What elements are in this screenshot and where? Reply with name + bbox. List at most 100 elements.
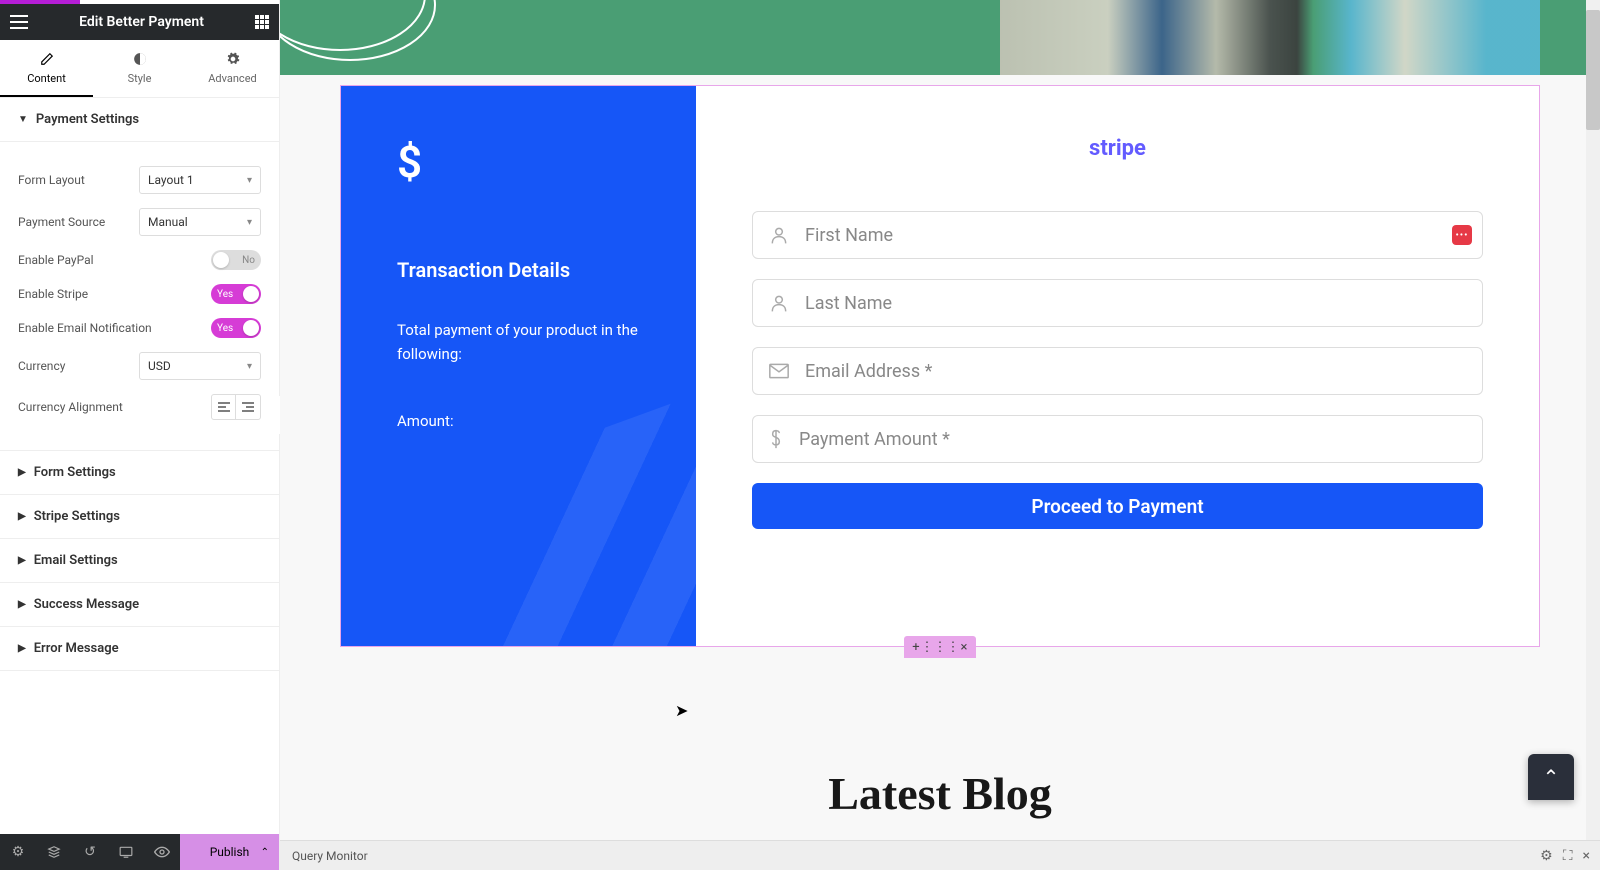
- field-placeholder: First Name: [805, 225, 893, 246]
- hero-image: [1000, 0, 1540, 75]
- panel-title: Edit Better Payment: [79, 14, 204, 30]
- section-error-message[interactable]: ▶ Error Message: [0, 627, 279, 671]
- transaction-title: Transaction Details: [397, 258, 640, 282]
- widget-toolbar: + ⋮⋮⋮ ×: [904, 636, 976, 658]
- currency-select[interactable]: USD: [139, 352, 261, 380]
- control-enable-stripe: Enable Stripe Yes: [18, 284, 261, 304]
- tab-label: Advanced: [208, 72, 256, 85]
- payment-source-select[interactable]: Manual: [139, 208, 261, 236]
- scrollbar[interactable]: [1586, 0, 1600, 840]
- hero-decoration: [280, 0, 450, 65]
- mail-icon: [769, 363, 789, 379]
- close-icon[interactable]: ×: [1583, 848, 1590, 864]
- user-icon: [769, 293, 789, 313]
- latest-blog-heading: Latest Blog: [280, 767, 1600, 820]
- bottom-bar: Query Monitor ⚙ ⛶ ×: [280, 840, 1600, 870]
- form-layout-select[interactable]: Layout 1: [139, 166, 261, 194]
- transaction-description: Total payment of your product in the fol…: [397, 318, 640, 366]
- first-name-field[interactable]: First Name •••: [752, 211, 1483, 259]
- editor-tabs: Content Style Advanced: [0, 40, 279, 98]
- scroll-thumb[interactable]: [1586, 10, 1600, 130]
- preview-area: $ Transaction Details Total payment of y…: [280, 0, 1600, 870]
- control-label: Enable PayPal: [18, 253, 94, 267]
- chevron-right-icon: ▶: [18, 555, 26, 566]
- edit-section-button[interactable]: ⋮⋮⋮: [928, 636, 952, 658]
- section-title: Error Message: [34, 641, 119, 656]
- preview-icon[interactable]: [144, 834, 180, 870]
- section-title: Form Settings: [34, 465, 116, 480]
- payment-widget[interactable]: $ Transaction Details Total payment of y…: [340, 85, 1540, 647]
- section-success-message[interactable]: ▶Success Message: [0, 583, 279, 627]
- tab-label: Style: [128, 72, 152, 85]
- widgets-icon[interactable]: [255, 15, 269, 29]
- chevron-up-icon: ⌃: [261, 847, 269, 858]
- control-label: Enable Stripe: [18, 287, 88, 301]
- section-title: Stripe Settings: [34, 509, 120, 524]
- chevron-right-icon: ▶: [18, 467, 26, 478]
- tab-advanced[interactable]: Advanced: [186, 40, 279, 97]
- query-monitor-label[interactable]: Query Monitor: [292, 849, 368, 863]
- section-payment-settings[interactable]: ▼ Payment Settings: [0, 98, 279, 142]
- email-field[interactable]: Email Address *: [752, 347, 1483, 395]
- settings-icon[interactable]: ⚙: [1540, 848, 1553, 864]
- currency-symbol: $: [397, 136, 640, 188]
- stripe-logo: stripe: [752, 136, 1483, 161]
- editor-sidebar: Edit Better Payment Content Style Advanc…: [0, 0, 280, 870]
- section-form-settings[interactable]: ▶ Form Settings: [0, 451, 279, 495]
- sidebar-header: Edit Better Payment: [0, 4, 279, 40]
- style-icon: [133, 52, 147, 66]
- align-left-icon: [218, 402, 230, 412]
- publish-label: Publish: [210, 845, 250, 859]
- tab-label: Content: [27, 72, 66, 85]
- chevron-right-icon: ▶: [18, 511, 26, 522]
- control-currency-alignment: Currency Alignment: [18, 394, 261, 420]
- publish-button[interactable]: Publish ⌃: [180, 834, 279, 870]
- expand-icon[interactable]: ⛶: [1563, 848, 1573, 864]
- mouse-cursor: ➤: [675, 701, 688, 720]
- navigator-icon[interactable]: [36, 834, 72, 870]
- email-notif-toggle[interactable]: Yes: [211, 318, 261, 338]
- control-form-layout: Form Layout Layout 1: [18, 166, 261, 194]
- scroll-to-top-button[interactable]: ⌃: [1528, 754, 1574, 800]
- payment-settings-content: Form Layout Layout 1 Payment Source Manu…: [0, 142, 279, 451]
- alignment-buttons: [211, 394, 261, 420]
- section-title: Payment Settings: [36, 112, 139, 127]
- amount-label: Amount:: [397, 412, 640, 430]
- last-name-field[interactable]: Last Name: [752, 279, 1483, 327]
- paypal-toggle[interactable]: No: [211, 250, 261, 270]
- align-right-button[interactable]: [236, 395, 260, 419]
- amount-field[interactable]: Payment Amount *: [752, 415, 1483, 463]
- proceed-button[interactable]: Proceed to Payment: [752, 483, 1483, 529]
- control-label: Form Layout: [18, 173, 85, 187]
- history-icon[interactable]: ↺: [72, 834, 108, 870]
- field-placeholder: Email Address *: [805, 361, 932, 382]
- responsive-icon[interactable]: [108, 834, 144, 870]
- transaction-details-panel: $ Transaction Details Total payment of y…: [341, 86, 696, 646]
- password-manager-icon[interactable]: •••: [1452, 225, 1472, 245]
- panel-body: ▼ Payment Settings Form Layout Layout 1 …: [0, 98, 279, 834]
- align-left-button[interactable]: [212, 395, 236, 419]
- gear-icon: [226, 52, 240, 66]
- chevron-right-icon: ▶: [18, 643, 26, 654]
- user-icon: [769, 225, 789, 245]
- field-placeholder: Payment Amount *: [799, 429, 950, 450]
- bottom-bar-right: ⚙ ⛶ ×: [1540, 848, 1590, 864]
- menu-icon[interactable]: [10, 15, 28, 29]
- tab-content[interactable]: Content: [0, 40, 93, 97]
- control-label: Enable Email Notification: [18, 321, 152, 335]
- control-enable-email: Enable Email Notification Yes: [18, 318, 261, 338]
- payment-form: stripe First Name ••• Last Name Email Ad…: [696, 86, 1539, 646]
- hero-section: [280, 0, 1600, 75]
- dollar-icon: [769, 429, 783, 449]
- tab-style[interactable]: Style: [93, 40, 186, 97]
- delete-section-button[interactable]: ×: [952, 636, 976, 658]
- align-right-icon: [242, 402, 254, 412]
- field-placeholder: Last Name: [805, 293, 892, 314]
- chevron-down-icon: ▼: [18, 114, 28, 125]
- section-email-settings[interactable]: ▶Email Settings: [0, 539, 279, 583]
- control-label: Currency: [18, 359, 65, 373]
- stripe-toggle[interactable]: Yes: [211, 284, 261, 304]
- control-label: Currency Alignment: [18, 400, 123, 414]
- section-stripe-settings[interactable]: ▶ Stripe Settings: [0, 495, 279, 539]
- settings-icon[interactable]: ⚙: [0, 834, 36, 870]
